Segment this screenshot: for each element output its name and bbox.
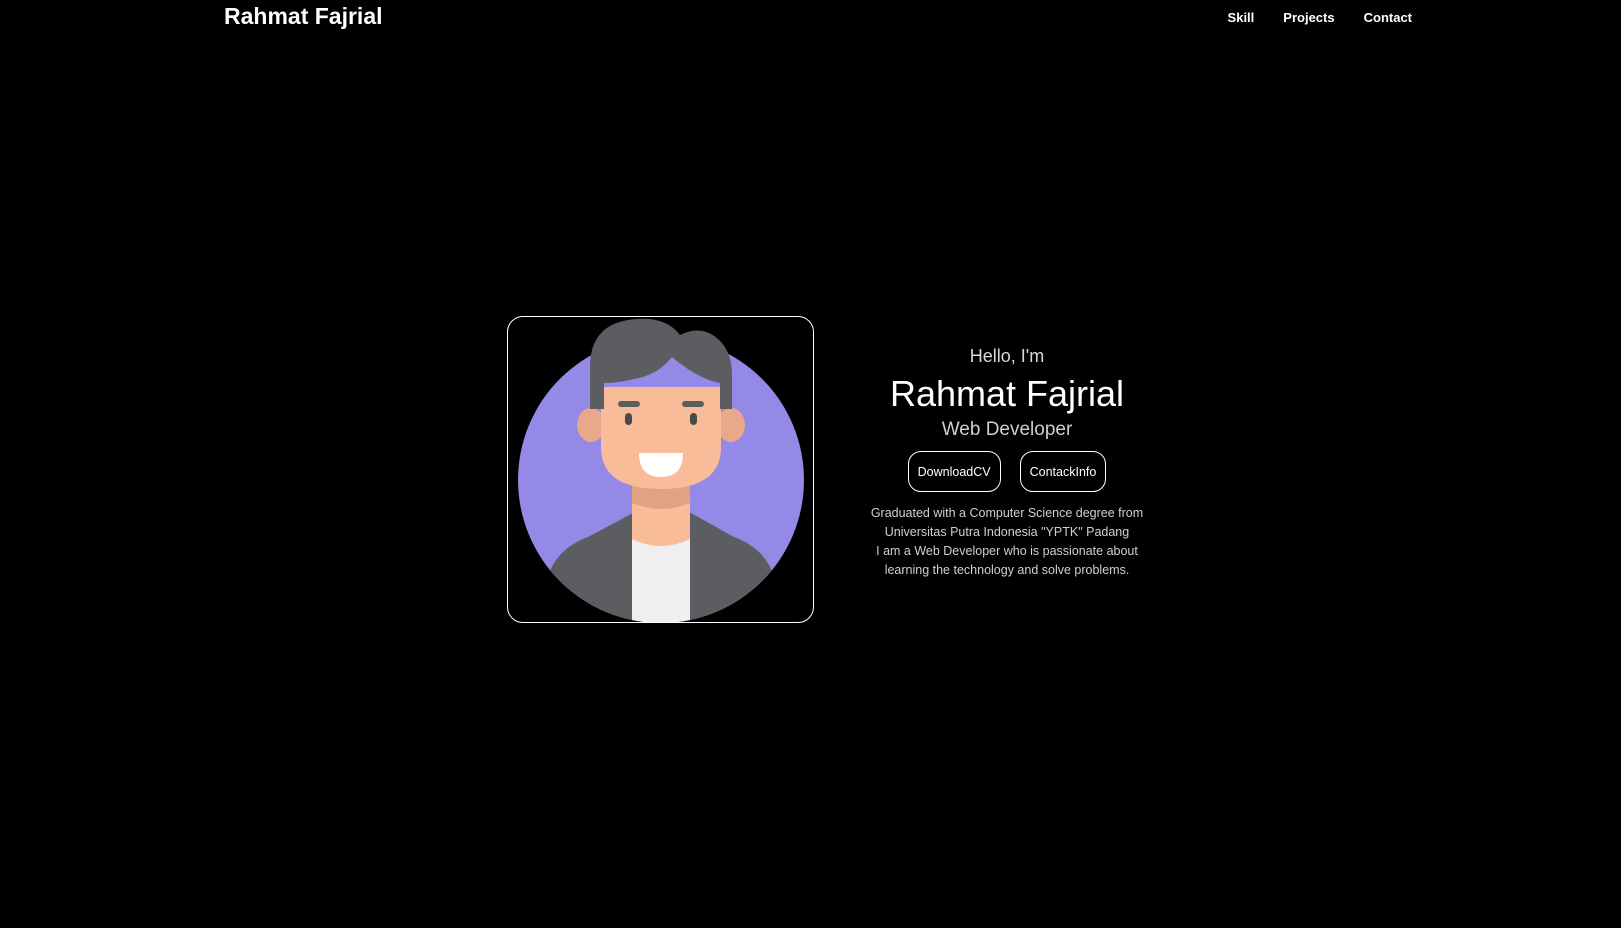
avatar-right-eye	[690, 413, 697, 425]
avatar-right-ear	[717, 408, 745, 442]
intro-block: Hello, I'm Rahmat Fajrial Web Developer …	[847, 346, 1167, 580]
about-text: Graduated with a Computer Science degree…	[847, 504, 1167, 580]
about-line: Graduated with a Computer Science degree…	[870, 506, 1144, 520]
nav-item-projects: Projects	[1283, 9, 1334, 27]
avatar-left-eye	[625, 413, 632, 425]
nav-link-skill[interactable]: Skill	[1228, 10, 1255, 25]
profile-picture-frame	[507, 316, 814, 623]
about-line: I am a Web Developer who is passionate a…	[876, 544, 1138, 558]
about-line: Universitas Putra Indonesia "YPTK" Padan…	[884, 525, 1130, 539]
hero-name: Rahmat Fajrial	[889, 373, 1125, 414]
nav-item-skill: Skill	[1228, 9, 1255, 27]
hero-buttons: DownloadCV ContackInfo	[847, 451, 1167, 492]
navbar: Rahmat Fajrial Skill Projects Contact	[0, 0, 1621, 34]
nav-link-projects[interactable]: Projects	[1283, 10, 1334, 25]
avatar-left-ear	[577, 408, 605, 442]
about-line: learning the technology and solve proble…	[884, 563, 1130, 577]
avatar-left-eyebrow	[618, 401, 640, 407]
nav-link-contact[interactable]: Contact	[1364, 10, 1412, 25]
avatar-illustration-icon	[518, 318, 804, 622]
avatar-shirt	[632, 537, 690, 622]
greeting-text: Hello, I'm	[969, 346, 1045, 366]
nav-links: Skill Projects Contact	[1228, 9, 1412, 27]
hero-section: Hello, I'm Rahmat Fajrial Web Developer …	[507, 316, 1147, 623]
brand-logo-link[interactable]: Rahmat Fajrial	[224, 3, 383, 30]
avatar-right-eyebrow	[682, 401, 704, 407]
role-text: Web Developer	[941, 419, 1073, 440]
nav-item-contact: Contact	[1364, 9, 1412, 27]
contact-info-button[interactable]: ContackInfo	[1019, 451, 1107, 492]
download-cv-button[interactable]: DownloadCV	[907, 451, 1001, 492]
